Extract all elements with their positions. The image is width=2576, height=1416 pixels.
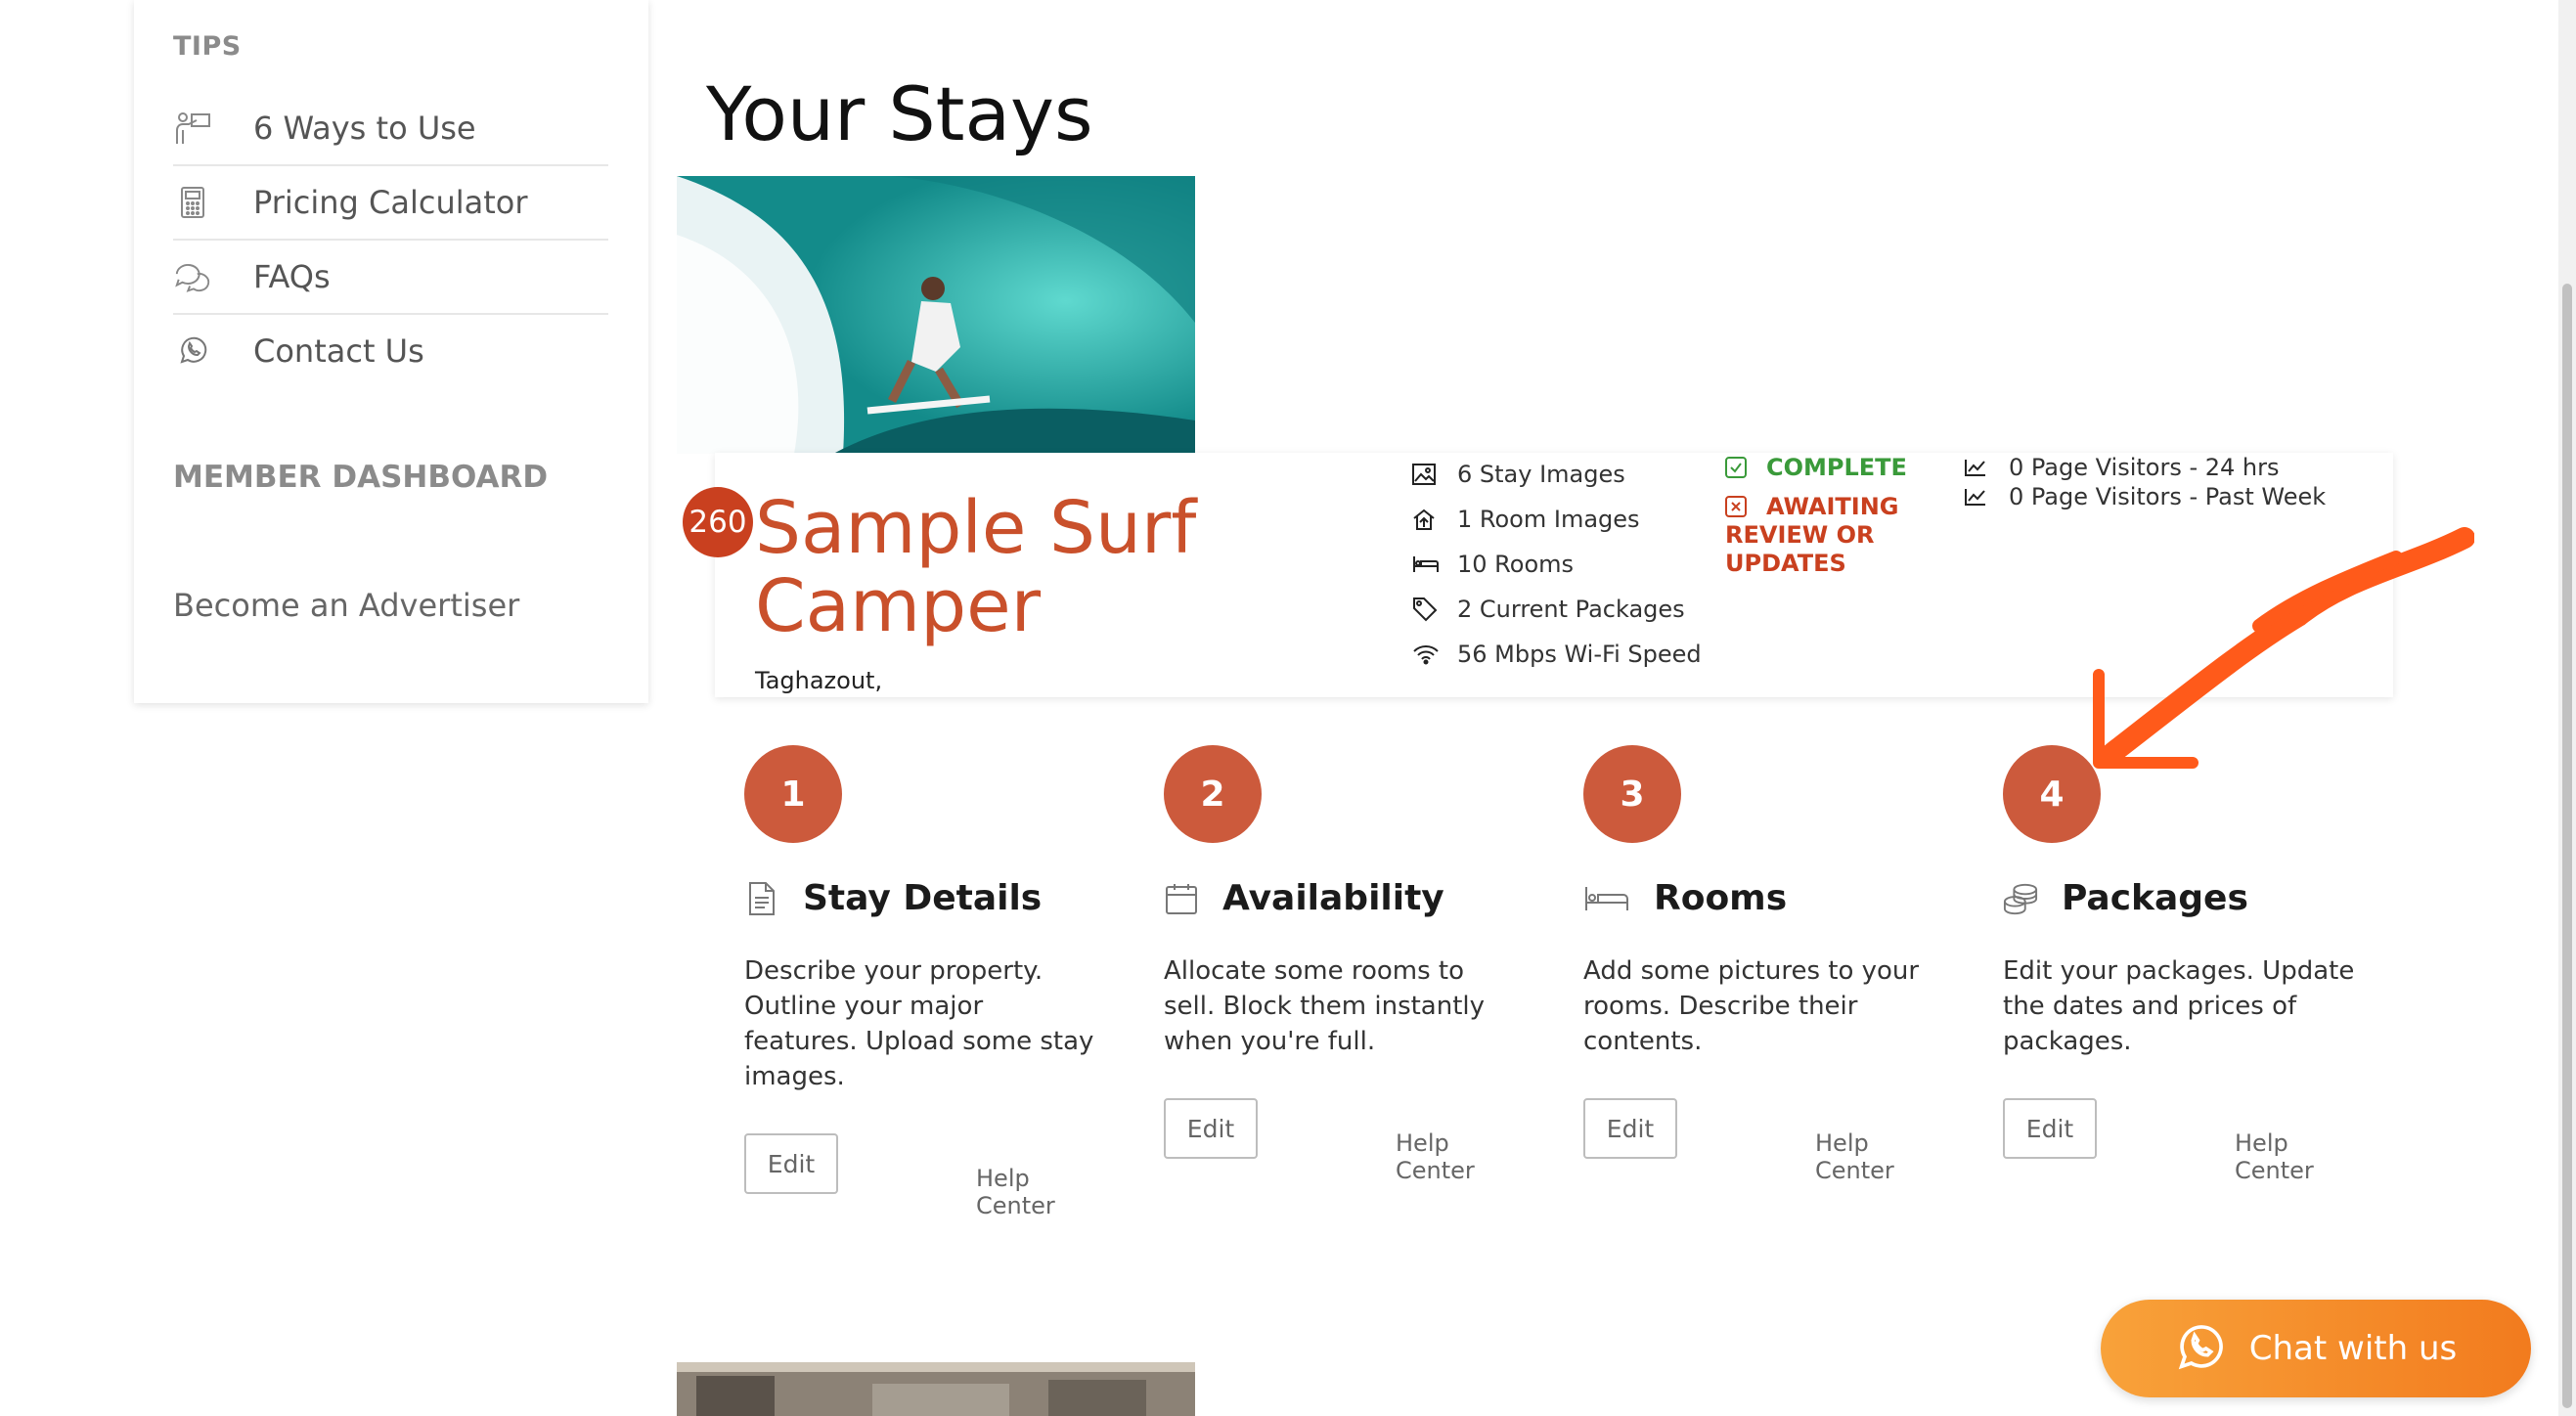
- stat-packages: 2 Current Packages: [1412, 587, 1702, 632]
- sidebar-item-pricing-calculator[interactable]: Pricing Calculator: [173, 166, 608, 241]
- stay-name[interactable]: Sample Surf Camper: [755, 489, 1224, 645]
- whatsapp-icon: [173, 332, 212, 371]
- stay-stats: 6 Stay Images 1 Room Images 10 Rooms 2 C…: [1412, 452, 1702, 677]
- step-title: Rooms: [1654, 878, 1788, 918]
- status-awaiting: AWAITING REVIEW OR UPDATES: [1725, 493, 1901, 578]
- house-upload-icon: [1412, 508, 1440, 531]
- tips-list: 6 Ways to Use Pricing Calculator FAQs Co…: [173, 92, 608, 387]
- status-complete: COMPLETE: [1725, 454, 1907, 481]
- step-title-row: Stay Details: [744, 878, 1116, 918]
- annotation-arrow: [2083, 518, 2475, 776]
- step-actions: Edit Help Center: [2003, 1098, 2375, 1184]
- stay-photo[interactable]: [677, 176, 1195, 454]
- page-title: Your Stays: [706, 70, 1093, 157]
- document-icon: [744, 879, 779, 918]
- coins-icon: [2003, 879, 2038, 918]
- page-visitors: 0 Page Visitors - 24 hrs 0 Page Visitors…: [1964, 453, 2326, 511]
- stat-room-images: 1 Room Images: [1412, 497, 1702, 542]
- stat-label: 10 Rooms: [1457, 551, 1575, 578]
- edit-stay-details-button[interactable]: Edit: [744, 1133, 838, 1194]
- line-chart-icon: [1964, 487, 1989, 507]
- status-complete-label: COMPLETE: [1766, 454, 1907, 481]
- stat-stay-images: 6 Stay Images: [1412, 452, 1702, 497]
- step-number: 1: [744, 745, 842, 843]
- calculator-icon: [173, 183, 212, 222]
- visitors-week: 0 Page Visitors - Past Week: [1964, 482, 2326, 511]
- edit-rooms-button[interactable]: Edit: [1583, 1098, 1677, 1159]
- help-center-link[interactable]: Help Center: [2235, 1129, 2375, 1184]
- second-stay-photo[interactable]: [677, 1362, 1195, 1416]
- stay-count-badge: 260: [683, 487, 753, 557]
- sidebar-item-label: FAQs: [253, 258, 331, 295]
- step-packages: 4 Packages Edit your packages. Update th…: [2003, 745, 2375, 1184]
- stat-label: 56 Mbps Wi-Fi Speed: [1457, 641, 1702, 668]
- step-actions: Edit Help Center: [1164, 1098, 1535, 1184]
- sidebar: TIPS 6 Ways to Use Pricing Calculator FA…: [134, 0, 648, 703]
- step-stay-details: 1 Stay Details Describe your property. O…: [744, 745, 1116, 1219]
- member-dashboard-heading: MEMBER DASHBOARD: [173, 460, 549, 495]
- step-title-row: Packages: [2003, 878, 2375, 918]
- tag-icon: [1412, 597, 1440, 622]
- calendar-icon: [1164, 879, 1199, 918]
- stat-wifi: 56 Mbps Wi-Fi Speed: [1412, 632, 1702, 677]
- stat-label: 2 Current Packages: [1457, 596, 1685, 623]
- checkbox-checked-icon: [1725, 457, 1747, 478]
- step-title-row: Availability: [1164, 878, 1535, 918]
- scrollbar-thumb[interactable]: [2562, 284, 2572, 1408]
- step-availability: 2 Availability Allocate some rooms to se…: [1164, 745, 1535, 1184]
- edit-availability-button[interactable]: Edit: [1164, 1098, 1258, 1159]
- step-number: 2: [1164, 745, 1262, 843]
- page-scrollbar[interactable]: [2558, 0, 2576, 1416]
- sidebar-item-label: Contact Us: [253, 332, 424, 370]
- help-center-link[interactable]: Help Center: [1815, 1129, 1955, 1184]
- stat-label: 1 Room Images: [1457, 506, 1640, 533]
- step-rooms: 3 Rooms Add some pictures to your rooms.…: [1583, 745, 1955, 1184]
- whatsapp-icon: [2175, 1324, 2224, 1373]
- help-center-link[interactable]: Help Center: [976, 1165, 1116, 1219]
- step-description: Describe your property. Outline your maj…: [744, 956, 1094, 1091]
- step-title-row: Rooms: [1583, 878, 1955, 918]
- step-title: Stay Details: [803, 878, 1043, 918]
- step-title: Availability: [1222, 878, 1444, 918]
- visitors-24h-label: 0 Page Visitors - 24 hrs: [2009, 454, 2280, 481]
- sidebar-item-label: 6 Ways to Use: [253, 110, 476, 147]
- stat-rooms: 10 Rooms: [1412, 542, 1702, 587]
- wifi-icon: [1412, 643, 1440, 665]
- visitors-24h: 0 Page Visitors - 24 hrs: [1964, 453, 2326, 482]
- step-actions: Edit Help Center: [744, 1133, 1116, 1219]
- visitors-week-label: 0 Page Visitors - Past Week: [2009, 483, 2327, 510]
- chat-label: Chat with us: [2248, 1329, 2458, 1368]
- sidebar-item-label: Pricing Calculator: [253, 184, 528, 221]
- become-advertiser-link[interactable]: Become an Advertiser: [173, 587, 519, 624]
- chat-bubbles-icon: [173, 257, 212, 296]
- help-center-link[interactable]: Help Center: [1396, 1129, 1535, 1184]
- step-description: Add some pictures to your rooms. Describ…: [1583, 956, 1920, 1056]
- sidebar-item-faqs[interactable]: FAQs: [173, 241, 608, 315]
- step-number: 3: [1583, 745, 1681, 843]
- stay-location: Taghazout,: [755, 667, 883, 694]
- edit-packages-button[interactable]: Edit: [2003, 1098, 2097, 1159]
- sidebar-item-contact-us[interactable]: Contact Us: [173, 315, 608, 387]
- step-description: Edit your packages. Update the dates and…: [2003, 956, 2355, 1056]
- bed-icon: [1583, 879, 1630, 918]
- stat-label: 6 Stay Images: [1457, 461, 1625, 488]
- step-title: Packages: [2062, 878, 2248, 918]
- status-awaiting-label: AWAITING REVIEW OR UPDATES: [1725, 493, 1899, 577]
- presenter-icon: [173, 109, 212, 148]
- line-chart-icon: [1964, 458, 1989, 477]
- step-description: Allocate some rooms to sell. Block them …: [1164, 956, 1486, 1056]
- step-actions: Edit Help Center: [1583, 1098, 1955, 1184]
- chat-with-us-button[interactable]: Chat with us: [2101, 1300, 2531, 1397]
- bed-icon: [1412, 554, 1440, 574]
- stay-status: COMPLETE AWAITING REVIEW OR UPDATES: [1725, 454, 1907, 578]
- checkbox-x-icon: [1725, 496, 1747, 517]
- image-icon: [1412, 464, 1440, 485]
- sidebar-item-6-ways[interactable]: 6 Ways to Use: [173, 92, 608, 166]
- tips-heading: TIPS: [173, 31, 242, 62]
